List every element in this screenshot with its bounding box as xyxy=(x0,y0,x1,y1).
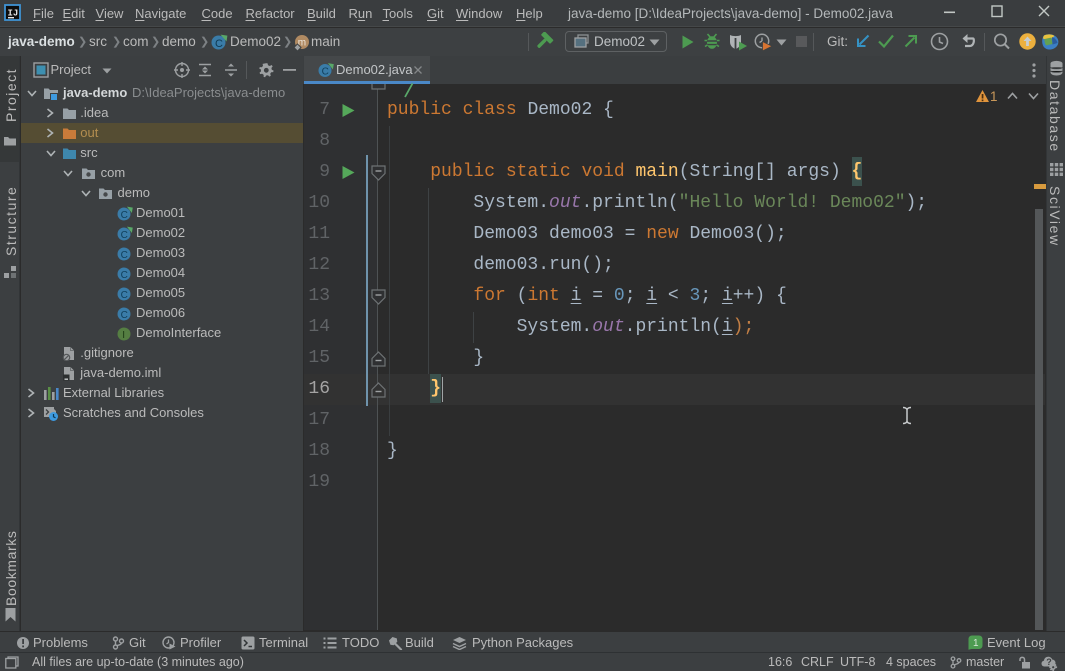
svg-text:C: C xyxy=(120,250,127,261)
svg-text:?: ? xyxy=(1046,657,1052,667)
svg-text:C: C xyxy=(120,210,127,221)
svg-text:1: 1 xyxy=(973,638,979,649)
svg-text:C: C xyxy=(120,310,127,321)
svg-text:C: C xyxy=(120,290,127,301)
svg-text:C: C xyxy=(120,230,127,241)
svg-text:I: I xyxy=(122,330,125,341)
svg-text:C: C xyxy=(120,270,127,281)
svg-text:C: C xyxy=(215,38,223,50)
svg-text:C: C xyxy=(322,67,329,78)
